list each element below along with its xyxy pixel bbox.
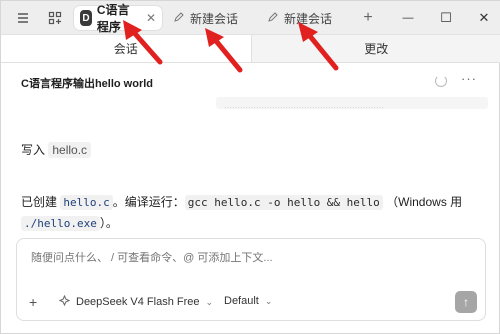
more-options-icon[interactable]: ··· xyxy=(461,72,477,87)
assistant-message-compile: 已创建 hello.c 。编译运行： gcc hello.c -o hello &&… xyxy=(21,192,491,234)
close-tab-icon[interactable]: ✕ xyxy=(146,11,156,25)
exe-code: ./hello.exe xyxy=(21,216,100,231)
new-tab-button[interactable]: + xyxy=(359,9,377,27)
message-text: 。编译运行： xyxy=(112,195,185,209)
mode-selector[interactable]: Default ⌄ xyxy=(224,295,272,307)
tab-new-session-2[interactable]: 新建会话 xyxy=(261,6,338,30)
compile-command-code: gcc hello.c -o hello && hello xyxy=(184,195,383,210)
send-button[interactable]: ↑ xyxy=(455,291,477,313)
assistant-message-write: 写入 hello.c xyxy=(21,141,92,158)
deepseek-badge-icon: D xyxy=(80,10,92,26)
chat-input[interactable] xyxy=(31,252,471,264)
tab-c-program[interactable]: D C语言程序 ✕ xyxy=(74,3,162,34)
app-window: D C语言程序 ✕ 新建会话 新建会话 + — ☐ ✕ 会话 更改 C语言程序输… xyxy=(0,0,500,334)
tab-label: 新建会话 xyxy=(190,11,239,26)
message-text: 已创建 xyxy=(21,195,58,209)
tab-label: 新建会话 xyxy=(284,11,333,26)
close-window-button[interactable]: ✕ xyxy=(475,9,493,27)
hamburger-menu-icon[interactable] xyxy=(15,10,31,26)
maximize-button[interactable]: ☐ xyxy=(437,9,455,27)
model-icon xyxy=(58,294,71,309)
minimize-button[interactable]: — xyxy=(399,9,417,27)
view-tabs: 会话 更改 xyxy=(1,35,500,63)
message-text: ）。 xyxy=(99,216,118,230)
title-bar: D C语言程序 ✕ 新建会话 新建会话 + — ☐ ✕ xyxy=(1,1,500,35)
faded-previous-message: …………………………………………………… xyxy=(216,97,488,110)
model-selector[interactable]: DeepSeek V4 Flash Free ⌄ xyxy=(58,294,214,309)
message-text: 写入 xyxy=(21,143,46,157)
tab-label: C语言程序 xyxy=(96,3,130,34)
mode-label: Default xyxy=(224,295,259,307)
grid-apps-icon[interactable] xyxy=(47,10,63,26)
chevron-down-icon: ⌄ xyxy=(264,295,273,306)
message-text: （Windows 用 xyxy=(386,195,463,209)
faded-text: …………………………………………………… xyxy=(224,101,384,110)
composer-toolbar: + DeepSeek V4 Flash Free ⌄ Default ⌄ ↑ xyxy=(17,291,485,315)
chat-composer: + DeepSeek V4 Flash Free ⌄ Default ⌄ ↑ xyxy=(16,238,486,321)
model-label: DeepSeek V4 Flash Free xyxy=(76,296,200,308)
tab-changes[interactable]: 更改 xyxy=(250,35,500,62)
conversation-title: C语言程序输出hello world xyxy=(21,78,153,90)
tab-conversation[interactable]: 会话 xyxy=(1,35,251,62)
chevron-down-icon: ⌄ xyxy=(205,296,214,307)
conversation-actions: ··· xyxy=(435,72,477,87)
edit-icon xyxy=(173,11,185,26)
tab-new-session-1[interactable]: 新建会话 xyxy=(167,6,244,30)
add-attachment-button[interactable]: + xyxy=(29,294,37,310)
file-reference[interactable]: hello.c xyxy=(48,142,92,158)
edit-icon xyxy=(267,11,279,26)
file-code: hello.c xyxy=(60,195,113,210)
loading-spinner-icon xyxy=(435,75,447,87)
